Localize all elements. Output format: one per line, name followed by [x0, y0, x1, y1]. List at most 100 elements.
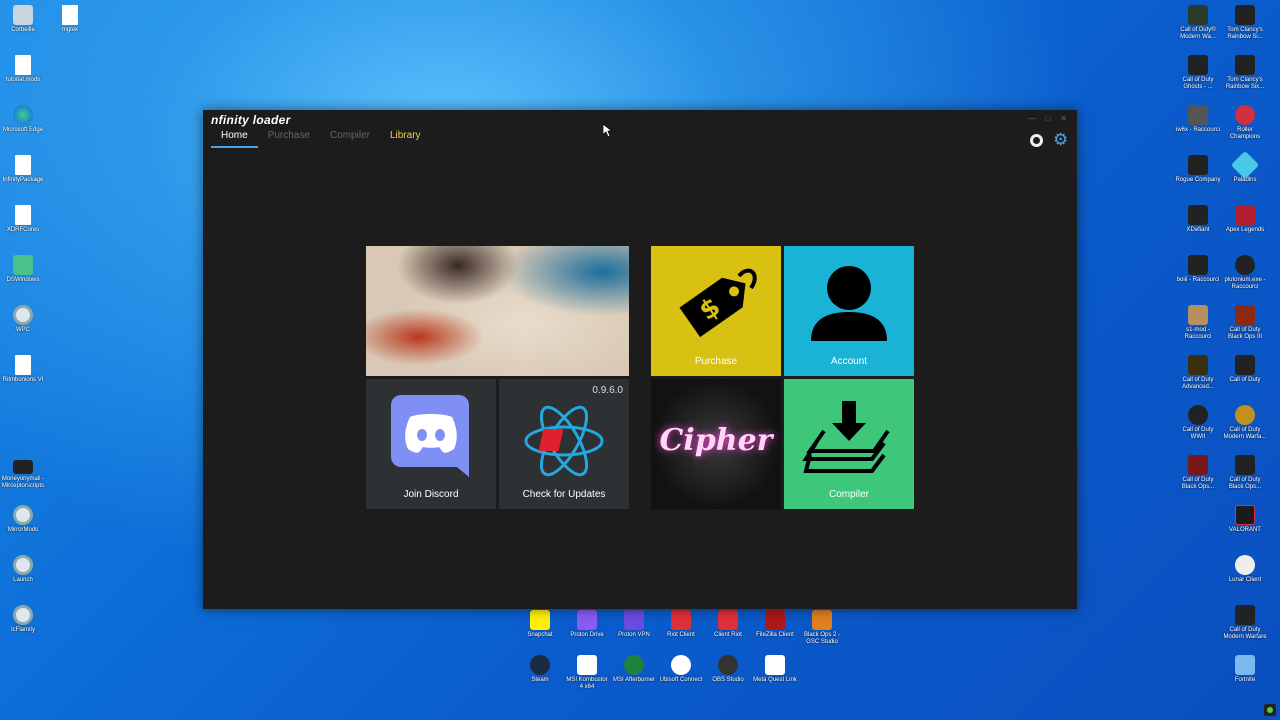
desktop-icon[interactable]: InfinityPackage	[0, 155, 46, 184]
desktop-icon[interactable]: Call of Duty Modern Warfare	[1222, 605, 1268, 641]
desktop-icon[interactable]: Proton VPN	[611, 610, 657, 639]
desktop-icon[interactable]: Roller Champions	[1222, 105, 1268, 141]
desktop-icon[interactable]: Call of Duty Black Ops...	[1175, 455, 1221, 491]
gear-icon	[13, 605, 33, 625]
status-dot-icon	[1267, 707, 1273, 713]
desktop-icon[interactable]: Call of Duty Advanced...	[1175, 355, 1221, 391]
desktop-icon[interactable]: Steam	[517, 655, 563, 684]
desktop-icon[interactable]: Launch	[0, 555, 46, 584]
app-icon	[1235, 255, 1255, 275]
r6-icon	[1235, 55, 1255, 75]
account-tile[interactable]: Account	[784, 246, 914, 376]
desktop-icon[interactable]: iw6x - Raccourci	[1175, 105, 1221, 134]
tab-purchase[interactable]: Purchase	[258, 130, 320, 148]
desktop-icon[interactable]: Call of Duty Modern Warfa...	[1222, 405, 1268, 441]
tray-icon[interactable]	[1264, 704, 1276, 716]
desktop-icon[interactable]: Client Riot	[705, 610, 751, 639]
desktop-icon[interactable]: MSI Afterburner	[611, 655, 657, 684]
desktop-icon[interactable]: Paladins	[1222, 150, 1268, 184]
purchase-tile[interactable]: $ Purchase	[651, 246, 781, 376]
desktop-icon[interactable]: Call of Duty Ghosts - ...	[1175, 55, 1221, 91]
proton-vpn-icon	[624, 610, 644, 630]
github-icon[interactable]	[1030, 133, 1043, 147]
edge-icon	[13, 105, 33, 125]
desktop-icon[interactable]: Call of Duty Black Ops...	[1222, 455, 1268, 491]
cod-icon	[1235, 605, 1255, 625]
ubisoft-icon	[671, 655, 691, 675]
desktop-icon[interactable]: Microsoft Edge	[0, 105, 46, 134]
riot-icon	[718, 610, 738, 630]
account-label: Account	[830, 356, 868, 367]
compiler-tile[interactable]: Compiler	[784, 379, 914, 509]
file-icon	[15, 155, 31, 175]
desktop-icon[interactable]: Rogue Company	[1175, 155, 1221, 184]
riot-icon	[671, 610, 691, 630]
tab-library[interactable]: Library	[380, 130, 431, 148]
minimize-icon[interactable]: —	[1027, 114, 1035, 123]
version-label: 0.9.6.0	[592, 385, 623, 396]
desktop-icon[interactable]: Ubisoft Connect	[658, 655, 704, 684]
app-icon	[1235, 505, 1255, 525]
desktop-icon[interactable]: Riot Client	[658, 610, 704, 639]
desktop-icon[interactable]: boiii - Raccourci	[1175, 255, 1221, 284]
desktop-icon[interactable]: VALORANT	[1222, 505, 1268, 534]
banner-image	[366, 246, 629, 376]
cipher-tile[interactable]: Cipher	[651, 379, 781, 509]
desktop-icon[interactable]: XDRFCores	[0, 205, 46, 234]
desktop-icon[interactable]: Ritmbonions VI	[0, 355, 46, 384]
file-icon	[15, 205, 31, 225]
desktop-icon[interactable]: MirrorMods	[0, 505, 46, 534]
file-icon	[15, 55, 31, 75]
close-icon[interactable]: ✕	[1060, 114, 1067, 123]
desktop-icon[interactable]: IcFlamity	[0, 605, 46, 634]
updates-tile[interactable]: 0.9.6.0 Check for Updates	[499, 379, 629, 509]
proton-drive-icon	[577, 610, 597, 630]
cod-icon	[1235, 355, 1255, 375]
cod-icon	[1235, 405, 1255, 425]
desktop-icon[interactable]: WPC	[0, 305, 46, 334]
desktop-icon[interactable]: Black Ops 2 - GSC Studio	[799, 610, 845, 646]
settings-gear-icon[interactable]: ⚙	[1053, 131, 1069, 148]
tab-home[interactable]: Home	[211, 130, 258, 148]
cod-icon	[1188, 405, 1208, 425]
desktop-icon[interactable]: Lunar Client	[1222, 555, 1268, 584]
file-icon	[13, 255, 33, 275]
app-icon	[1188, 205, 1208, 225]
desktop-icon[interactable]: plutonium.exe - Raccourci	[1222, 255, 1268, 291]
obs-icon	[718, 655, 738, 675]
header-actions: ⚙	[1030, 131, 1069, 148]
desktop-icon[interactable]: DSWindows	[0, 255, 46, 284]
desktop-icon[interactable]: Corbeille	[0, 5, 46, 34]
desktop-icon[interactable]: Snapchat	[517, 610, 563, 639]
desktop-icon[interactable]: XDefiant	[1175, 205, 1221, 234]
purchase-label: Purchase	[694, 356, 738, 367]
desktop-icon[interactable]: tutorial.mods	[0, 55, 46, 84]
steam-icon	[530, 655, 550, 675]
gsc-studio-icon	[812, 610, 832, 630]
desktop-icon[interactable]: MSI Kombustor 4 x64	[564, 655, 610, 691]
desktop-icon[interactable]: Fortnite	[1222, 655, 1268, 684]
desktop-icon[interactable]: Call of Duty Black Ops III	[1222, 305, 1268, 341]
snapchat-icon	[530, 610, 550, 630]
desktop-icon[interactable]: Proton Drive	[564, 610, 610, 639]
desktop-icon[interactable]: Call of Duty	[1222, 355, 1268, 384]
desktop-icon[interactable]: Tom Clancy's Rainbow Si...	[1222, 5, 1268, 41]
desktop-icon[interactable]: Meta Quest Link	[752, 655, 798, 684]
desktop-icon[interactable]: Moneyonymail - Mirceptorscripts	[0, 460, 46, 490]
desktop-icon[interactable]: mgtek	[47, 5, 93, 34]
desktop-icon[interactable]: s1-mod - Raccourci	[1175, 305, 1221, 341]
cod-icon	[1188, 55, 1208, 75]
desktop-icon[interactable]: Tom Clancy's Rainbow Six...	[1222, 55, 1268, 91]
tab-compiler[interactable]: Compiler	[320, 130, 380, 148]
cod-icon	[1235, 455, 1255, 475]
maximize-icon[interactable]: □	[1045, 114, 1050, 123]
desktop-icon[interactable]: FileZilla Client	[752, 610, 798, 639]
desktop-icon[interactable]: Apex Legends	[1222, 205, 1268, 234]
discord-tile[interactable]: Join Discord	[366, 379, 496, 509]
desktop-icon[interactable]: OBS Studio	[705, 655, 751, 684]
app-icon	[1230, 150, 1260, 180]
app-icon	[1188, 305, 1208, 325]
desktop-icon[interactable]: Call of Duty WWII	[1175, 405, 1221, 441]
discord-label: Join Discord	[403, 489, 459, 500]
desktop-icon[interactable]: Call of Duty® Modern Wa...	[1175, 5, 1221, 41]
